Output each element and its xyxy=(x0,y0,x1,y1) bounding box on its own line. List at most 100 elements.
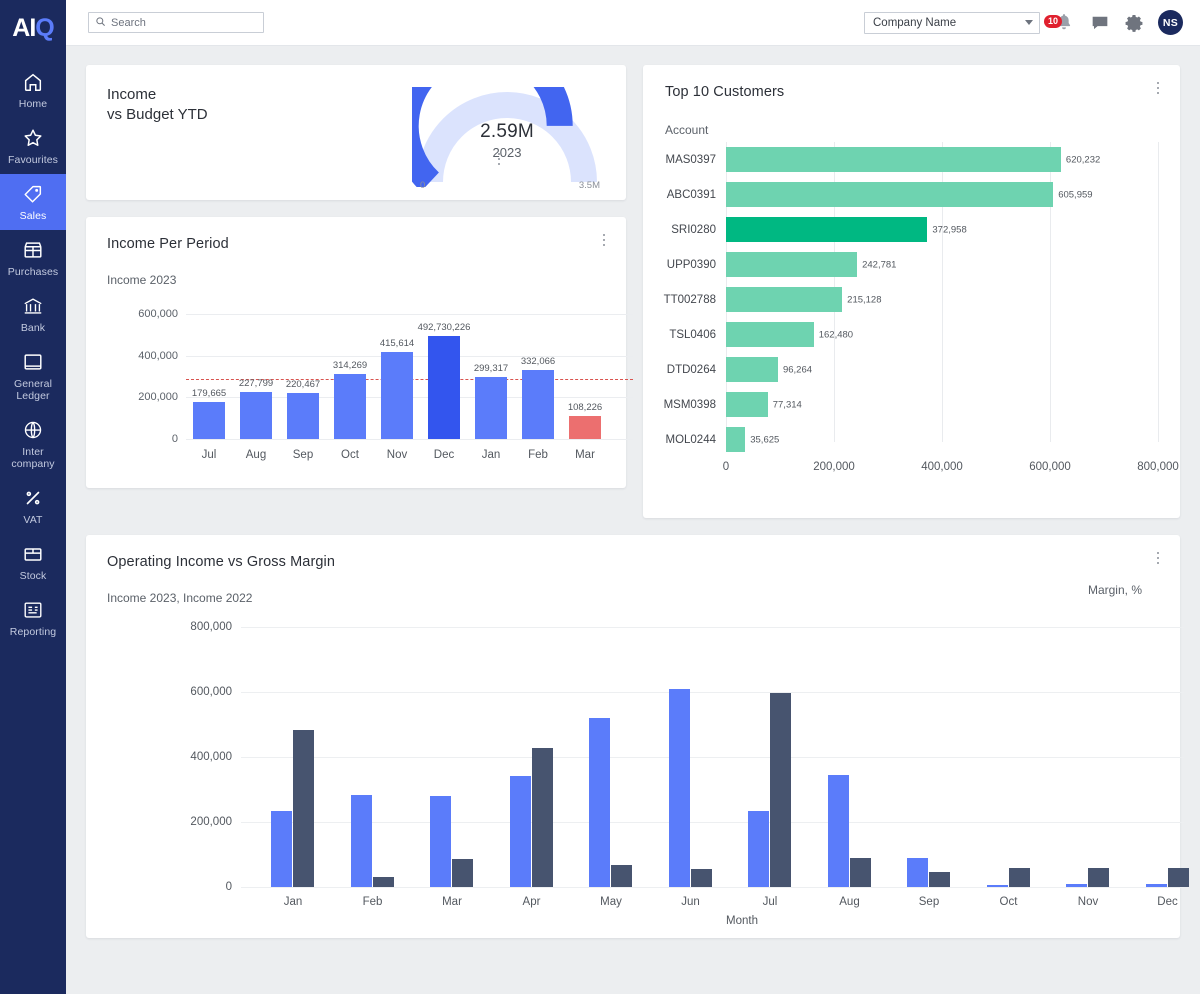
card-top-10-customers: Top 10 Customers Account 0200,000400,000… xyxy=(643,65,1180,518)
sidebar-item-stock[interactable]: Stock xyxy=(0,534,66,590)
search-input[interactable]: Search xyxy=(88,12,264,33)
bar[interactable] xyxy=(611,865,632,887)
card-income-per-period-menu-button[interactable] xyxy=(596,231,612,249)
bar[interactable] xyxy=(726,427,745,452)
bar[interactable] xyxy=(532,748,553,887)
bar-group: Dec xyxy=(1146,627,1189,887)
bar[interactable] xyxy=(510,776,531,887)
notification-badge: 10 xyxy=(1044,15,1062,28)
bar[interactable] xyxy=(271,811,292,887)
sidebar-item-home[interactable]: Home xyxy=(0,62,66,118)
bar[interactable] xyxy=(1168,868,1189,887)
sidebar-item-inter-company[interactable]: Inter company xyxy=(0,410,66,478)
bar[interactable] xyxy=(373,877,394,887)
bar[interactable] xyxy=(929,872,950,887)
bar[interactable]: 314,269Oct xyxy=(334,374,366,439)
bar[interactable]: 415,614Nov xyxy=(381,352,413,439)
bar[interactable]: 332,066Feb xyxy=(522,370,554,439)
bar[interactable] xyxy=(1146,884,1167,887)
x-axis-tick-label: Jul xyxy=(202,449,217,461)
x-axis-tick-label: Oct xyxy=(1000,896,1018,908)
bar[interactable]: 227,799Aug xyxy=(240,392,272,439)
ledger-icon xyxy=(22,351,44,373)
kebab-dot xyxy=(1157,82,1159,84)
messages-icon[interactable] xyxy=(1090,13,1110,33)
sidebar-item-purchases[interactable]: Purchases xyxy=(0,230,66,286)
avatar[interactable]: NS xyxy=(1158,10,1183,35)
bar[interactable]: 220,467Sep xyxy=(287,393,319,439)
x-axis-tick-label: 400,000 xyxy=(921,461,963,473)
bar[interactable] xyxy=(726,357,778,382)
bar-value-label: 215,128 xyxy=(847,294,881,305)
x-axis-tick-label: Jul xyxy=(763,896,778,908)
topbar-right-group: Company Name 10 NS xyxy=(864,10,1183,35)
bar-group: Nov xyxy=(1066,627,1109,887)
bar[interactable] xyxy=(430,796,451,887)
card-operating-income-menu-button[interactable] xyxy=(1150,549,1166,567)
bar[interactable] xyxy=(726,147,1061,172)
bar-value-label: 108,226 xyxy=(568,402,602,413)
bar[interactable] xyxy=(1066,884,1087,887)
bar[interactable] xyxy=(726,217,927,242)
sidebar-item-vat[interactable]: VAT xyxy=(0,478,66,534)
bar[interactable] xyxy=(452,859,473,887)
star-icon xyxy=(22,127,44,149)
bar[interactable] xyxy=(850,858,871,887)
notifications-button[interactable]: 10 xyxy=(1054,12,1076,34)
app-logo[interactable]: AIQ xyxy=(12,8,53,48)
gear-icon[interactable] xyxy=(1124,13,1144,33)
gauge-period-label: 2023 xyxy=(412,145,602,160)
sidebar-item-general-ledger[interactable]: General Ledger xyxy=(0,342,66,410)
income-per-period-subtitle: Income 2023 xyxy=(107,273,626,287)
category-label: DTD0264 xyxy=(667,364,716,376)
x-axis-tick-label: Apr xyxy=(523,896,541,908)
operating-income-chart: 0200,000400,000600,000800,00035.00%60.00… xyxy=(241,627,1184,887)
bar-group: Apr xyxy=(510,627,553,887)
bar[interactable] xyxy=(726,182,1053,207)
home-icon xyxy=(22,71,44,93)
x-axis-tick-label: Dec xyxy=(1157,896,1177,908)
bar-value-label: 332,066 xyxy=(521,356,555,367)
company-select[interactable]: Company Name xyxy=(864,12,1040,34)
bar[interactable] xyxy=(907,858,928,887)
company-select-value: Company Name xyxy=(873,17,956,29)
bar-value-label: 96,264 xyxy=(783,364,812,375)
card-top-10-menu-button[interactable] xyxy=(1150,79,1166,97)
kebab-dot xyxy=(603,234,605,236)
sidebar-item-favourites[interactable]: Favourites xyxy=(0,118,66,174)
y-axis-tick-label: 800,000 xyxy=(190,621,232,633)
bar[interactable] xyxy=(770,693,791,887)
bar-row: SRI0280372,958 xyxy=(726,212,1158,247)
x-axis-tick-label: Jun xyxy=(681,896,700,908)
category-label: MAS0397 xyxy=(665,154,716,166)
bar[interactable]: 179,665Jul xyxy=(193,402,225,439)
store-icon xyxy=(22,239,44,261)
bar[interactable]: 492,730,226Dec xyxy=(428,336,460,439)
bar[interactable] xyxy=(726,287,842,312)
bar[interactable] xyxy=(691,869,712,887)
bar[interactable] xyxy=(1009,868,1030,887)
bar[interactable] xyxy=(669,689,690,887)
bar-row: TSL0406162,480 xyxy=(726,317,1158,352)
bar-group: Jul xyxy=(748,627,791,887)
bar[interactable] xyxy=(589,718,610,887)
bar[interactable] xyxy=(1088,868,1109,887)
dashboard-row-top: Income vs Budget YTD 2.59M xyxy=(86,65,1180,518)
sidebar-item-sales[interactable]: Sales xyxy=(0,174,66,230)
bar[interactable] xyxy=(351,795,372,887)
bar[interactable]: 299,317Jan xyxy=(475,377,507,439)
bar[interactable] xyxy=(293,730,314,887)
bar[interactable] xyxy=(726,252,857,277)
bar[interactable] xyxy=(726,322,814,347)
bar-value-label: 227,799 xyxy=(239,378,273,389)
gridline xyxy=(241,887,1184,888)
sidebar-item-bank[interactable]: Bank xyxy=(0,286,66,342)
bar[interactable] xyxy=(828,775,849,887)
category-label: MOL0244 xyxy=(665,434,716,446)
bar[interactable]: 108,226Mar xyxy=(569,416,601,439)
sidebar-item-reporting[interactable]: Reporting xyxy=(0,590,66,646)
bar[interactable] xyxy=(726,392,768,417)
bar[interactable] xyxy=(748,811,769,887)
bar-group: Jan xyxy=(271,627,314,887)
bar[interactable] xyxy=(987,885,1008,887)
